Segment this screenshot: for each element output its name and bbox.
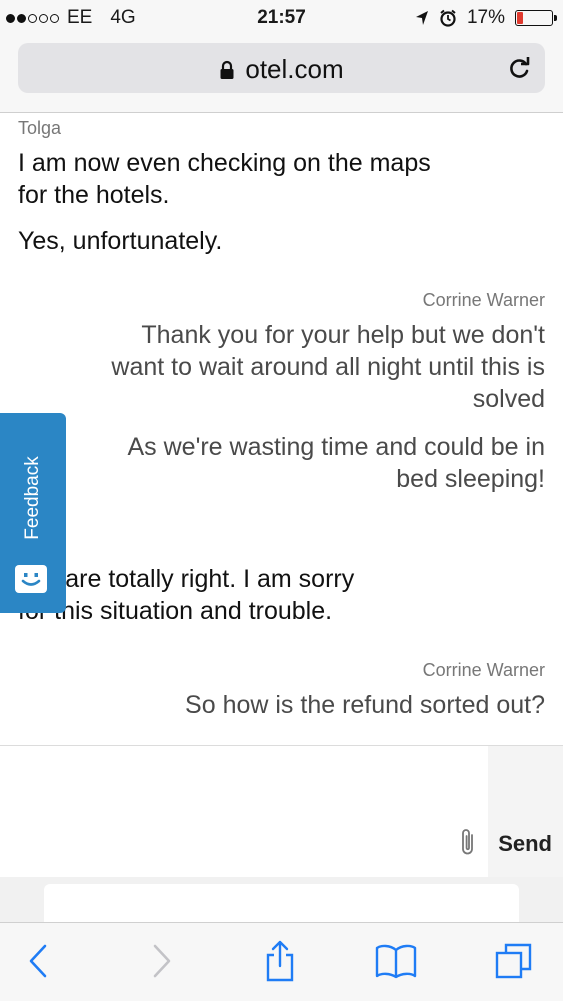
- reload-icon[interactable]: [507, 55, 531, 81]
- back-button[interactable]: [14, 937, 62, 985]
- location-arrow-icon: [415, 11, 428, 25]
- message-text: Thank you for your help but we don't wan…: [18, 319, 545, 415]
- message-group: Corrine Warner So how is the refund sort…: [18, 660, 545, 721]
- lock-icon: [220, 60, 234, 79]
- alarm-icon: [440, 9, 456, 27]
- message-line: for this situation and trouble.: [18, 597, 333, 625]
- message-line: bed sleeping!: [396, 465, 545, 493]
- feedback-tab[interactable]: Feedback: [0, 413, 66, 613]
- message-group: As we're wasting time and could be in be…: [18, 431, 546, 495]
- message-line: So how is the refund sorted out?: [185, 691, 545, 719]
- message-line: for the hotels.: [18, 181, 170, 209]
- composer-actions: Send: [488, 746, 563, 878]
- share-button[interactable]: [256, 937, 304, 985]
- browser-url-area: otel.com: [0, 36, 563, 113]
- sender-name: Tolga: [18, 118, 62, 138]
- message-line: Yes, unfortunately.: [18, 227, 223, 255]
- message-group: Corrine Warner Thank you for your help b…: [18, 290, 545, 415]
- message-line: Thank you for your help but we don't: [141, 321, 545, 349]
- message-text: you are totally right. I am sorry for th…: [18, 563, 545, 627]
- send-button[interactable]: Send: [498, 831, 552, 857]
- message-text: I am now even checking on the maps for t…: [18, 147, 545, 211]
- bookmarks-button[interactable]: [372, 937, 420, 985]
- share-icon: [266, 940, 294, 982]
- url-text: otel.com: [245, 54, 344, 84]
- sender-name: Corrine Warner: [422, 290, 545, 310]
- message-input[interactable]: [0, 746, 488, 878]
- sender-name: Corrine Warner: [422, 660, 545, 680]
- battery-icon: [515, 10, 557, 26]
- bookmarks-icon: [375, 944, 417, 979]
- message-text: So how is the refund sorted out?: [18, 689, 545, 721]
- smiley-icon: [15, 565, 47, 593]
- message-group: you are totally right. I am sorry for th…: [18, 563, 545, 627]
- message-group: Yes, unfortunately.: [18, 225, 545, 257]
- message-line: want to wait around all night until this…: [111, 353, 545, 381]
- chat-transcript: Tolga I am now even checking on the maps…: [0, 113, 563, 745]
- tabs-icon: [495, 943, 532, 979]
- back-icon: [29, 944, 47, 978]
- message-line: solved: [472, 385, 545, 413]
- feedback-label: Feedback: [22, 456, 43, 540]
- message-line: As we're wasting time and could be in: [127, 433, 546, 461]
- paperclip-icon[interactable]: [457, 827, 479, 859]
- message-text: As we're wasting time and could be in be…: [18, 431, 546, 495]
- forward-button[interactable]: [138, 937, 186, 985]
- message-line: you are totally right. I am sorry: [18, 565, 355, 593]
- tabs-button[interactable]: [490, 937, 538, 985]
- address-bar[interactable]: otel.com: [18, 43, 545, 93]
- battery-percent: 17%: [466, 7, 505, 28]
- status-right: 17%: [415, 7, 557, 29]
- battery-level-fill: [517, 12, 523, 24]
- browser-toolbar: [0, 922, 563, 1001]
- message-text: Yes, unfortunately.: [18, 225, 545, 257]
- message-group: Tolga I am now even checking on the maps…: [18, 118, 545, 211]
- status-bar: EE 4G 21:57 17%: [0, 0, 563, 36]
- message-line: I am now even checking on the maps: [18, 149, 431, 177]
- forward-icon: [153, 944, 171, 978]
